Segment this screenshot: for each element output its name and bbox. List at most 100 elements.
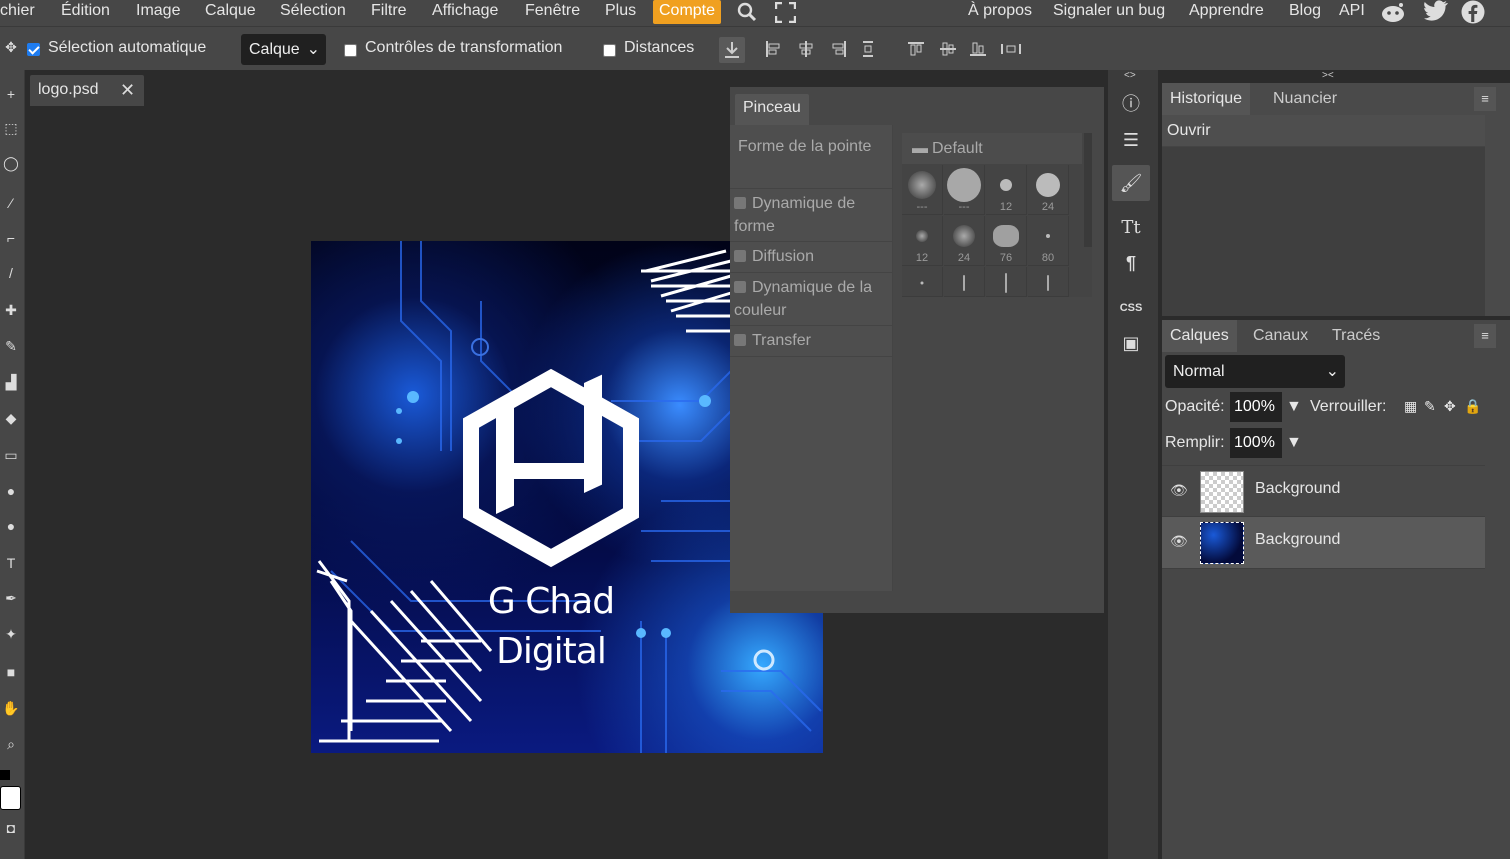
brush-preset[interactable]: 80 bbox=[1028, 216, 1069, 266]
eye-icon[interactable]: 👁 bbox=[1170, 482, 1188, 499]
brush-option-transfer[interactable]: Transfer bbox=[730, 326, 893, 357]
tab-channels[interactable]: Canaux bbox=[1245, 320, 1316, 352]
brush-option-color-dynamics[interactable]: Dynamique de la couleur bbox=[730, 273, 893, 326]
brush-preset[interactable] bbox=[902, 267, 943, 297]
menu-edit[interactable]: Édition bbox=[61, 0, 110, 26]
brush-preset[interactable] bbox=[944, 267, 985, 297]
menu-layer[interactable]: Calque bbox=[205, 0, 256, 26]
auto-select-checkbox[interactable] bbox=[27, 43, 40, 56]
healing-tool-icon[interactable]: ✚ bbox=[0, 302, 22, 324]
distribute-h-icon[interactable] bbox=[860, 41, 876, 57]
brush-preset[interactable] bbox=[1028, 267, 1069, 297]
brush-panel-icon[interactable]: 🖌 bbox=[1112, 165, 1150, 201]
crop-tool-icon[interactable]: ⌐ bbox=[0, 230, 22, 252]
close-icon[interactable]: ✕ bbox=[120, 80, 135, 101]
paragraph-icon[interactable]: ¶ bbox=[1112, 245, 1150, 281]
tab-history[interactable]: Historique bbox=[1162, 83, 1251, 115]
adjustments-icon[interactable]: ☰ bbox=[1112, 122, 1150, 158]
lock-pixels-icon[interactable]: ✎ bbox=[1424, 398, 1436, 415]
blur-tool-icon[interactable]: ● bbox=[0, 483, 22, 505]
align-middle-icon[interactable] bbox=[940, 41, 956, 57]
brush-option-checkbox[interactable] bbox=[734, 281, 746, 293]
brush-preset[interactable]: 12 bbox=[986, 165, 1027, 215]
panel-menu-icon[interactable]: ≡ bbox=[1474, 324, 1496, 348]
brush-preset[interactable]: 12 bbox=[902, 216, 943, 266]
character-icon[interactable]: Tt bbox=[1112, 210, 1150, 246]
link-api[interactable]: API bbox=[1339, 0, 1365, 26]
type-tool-icon[interactable]: T bbox=[0, 555, 22, 577]
fill-dropdown-icon[interactable]: ▼ bbox=[1286, 434, 1302, 452]
document-tab[interactable]: logo.psd ✕ bbox=[30, 75, 144, 106]
panel-menu-icon[interactable]: ≡ bbox=[1474, 87, 1496, 111]
align-top-icon[interactable] bbox=[908, 41, 924, 57]
tab-brush[interactable]: Pinceau bbox=[735, 94, 809, 126]
collapse-arrows-icon[interactable]: <> bbox=[1124, 70, 1136, 81]
menu-filter[interactable]: Filtre bbox=[371, 0, 407, 26]
transform-controls-checkbox[interactable] bbox=[344, 44, 357, 57]
brush-preset[interactable]: 24 bbox=[1028, 165, 1069, 215]
stamp-tool-icon[interactable]: ▟ bbox=[0, 374, 22, 396]
menu-view[interactable]: Affichage bbox=[432, 0, 498, 26]
brush-preset[interactable]: --- bbox=[944, 165, 985, 215]
menu-file[interactable]: chier bbox=[0, 0, 35, 26]
info-icon[interactable]: ⓘ bbox=[1112, 86, 1150, 122]
brush-presets-scrollbar[interactable] bbox=[1084, 133, 1092, 247]
link-learn[interactable]: Apprendre bbox=[1189, 0, 1264, 26]
download-icon[interactable] bbox=[719, 37, 745, 63]
menu-more[interactable]: Plus bbox=[605, 0, 636, 26]
brush-folder-default[interactable]: ▬ Default bbox=[902, 133, 1082, 164]
brush-preset[interactable]: 24 bbox=[944, 216, 985, 266]
brush-option-tip-shape[interactable]: Forme de la pointe bbox=[730, 133, 893, 189]
align-center-h-icon[interactable] bbox=[798, 41, 814, 57]
history-item[interactable]: Ouvrir bbox=[1162, 115, 1485, 147]
menu-account[interactable]: Compte bbox=[653, 0, 722, 24]
link-blog[interactable]: Blog bbox=[1289, 0, 1321, 26]
distances-checkbox[interactable] bbox=[603, 44, 616, 57]
move-tool-icon[interactable]: + bbox=[0, 86, 22, 108]
lock-all-icon[interactable]: 🔒 bbox=[1464, 398, 1481, 415]
image-icon[interactable]: ▣ bbox=[1112, 325, 1150, 361]
css-icon[interactable]: CSS bbox=[1112, 290, 1150, 326]
facebook-icon[interactable] bbox=[1461, 0, 1485, 26]
tab-paths[interactable]: Tracés bbox=[1324, 320, 1388, 352]
link-report-bug[interactable]: Signaler un bug bbox=[1053, 0, 1165, 26]
brush-option-checkbox[interactable] bbox=[734, 334, 746, 346]
dodge-tool-icon[interactable]: ● bbox=[0, 518, 22, 540]
brush-option-scattering[interactable]: Diffusion bbox=[730, 242, 893, 273]
brush-preset[interactable]: --- bbox=[902, 165, 943, 215]
opacity-input[interactable]: 100% bbox=[1230, 392, 1282, 422]
eyedropper-tool-icon[interactable]: / bbox=[0, 265, 22, 287]
layer-row[interactable]: 👁 Background bbox=[1162, 517, 1485, 569]
eraser-tool-icon[interactable]: ◆ bbox=[0, 410, 22, 432]
brush-tool-icon[interactable]: ✎ bbox=[0, 338, 22, 360]
shape-tool-icon[interactable]: ■ bbox=[0, 664, 22, 686]
opacity-dropdown-icon[interactable]: ▼ bbox=[1286, 398, 1302, 416]
pen-tool-icon[interactable]: ✒ bbox=[0, 590, 22, 612]
menu-window[interactable]: Fenêtre bbox=[525, 0, 580, 26]
gradient-tool-icon[interactable]: ▭ bbox=[0, 447, 22, 469]
menu-selection[interactable]: Sélection bbox=[280, 0, 346, 26]
brush-option-checkbox[interactable] bbox=[734, 197, 746, 209]
quick-mask-icon[interactable]: ◘ bbox=[0, 820, 22, 842]
tab-layers[interactable]: Calques bbox=[1162, 320, 1237, 352]
distribute-v-icon[interactable] bbox=[1001, 41, 1021, 57]
auto-select-target-dropdown[interactable]: Calque ⌄ bbox=[241, 34, 326, 65]
expand-arrows-icon[interactable]: >< bbox=[1322, 70, 1334, 81]
zoom-tool-icon[interactable]: ⌕ bbox=[0, 736, 22, 758]
brush-preset[interactable] bbox=[986, 267, 1027, 297]
lasso-tool-icon[interactable]: ◯ bbox=[0, 155, 22, 177]
search-icon[interactable] bbox=[737, 2, 757, 28]
tab-swatches[interactable]: Nuancier bbox=[1265, 83, 1345, 115]
hand-tool-icon[interactable]: ✋ bbox=[0, 700, 22, 722]
menu-image[interactable]: Image bbox=[136, 0, 180, 26]
layer-row[interactable]: 👁 Background bbox=[1162, 465, 1485, 517]
lock-transparency-icon[interactable]: ▦ bbox=[1404, 398, 1417, 415]
foreground-color-swatch[interactable] bbox=[0, 770, 10, 780]
lock-position-icon[interactable]: ✥ bbox=[1444, 398, 1456, 415]
link-about[interactable]: À propos bbox=[968, 0, 1032, 26]
eye-icon[interactable]: 👁 bbox=[1170, 533, 1188, 550]
twitter-icon[interactable] bbox=[1424, 0, 1448, 26]
brush-preset[interactable]: 76 bbox=[986, 216, 1027, 266]
brush-option-shape-dynamics[interactable]: Dynamique de forme bbox=[730, 189, 893, 242]
path-select-tool-icon[interactable]: ✦ bbox=[0, 626, 22, 648]
